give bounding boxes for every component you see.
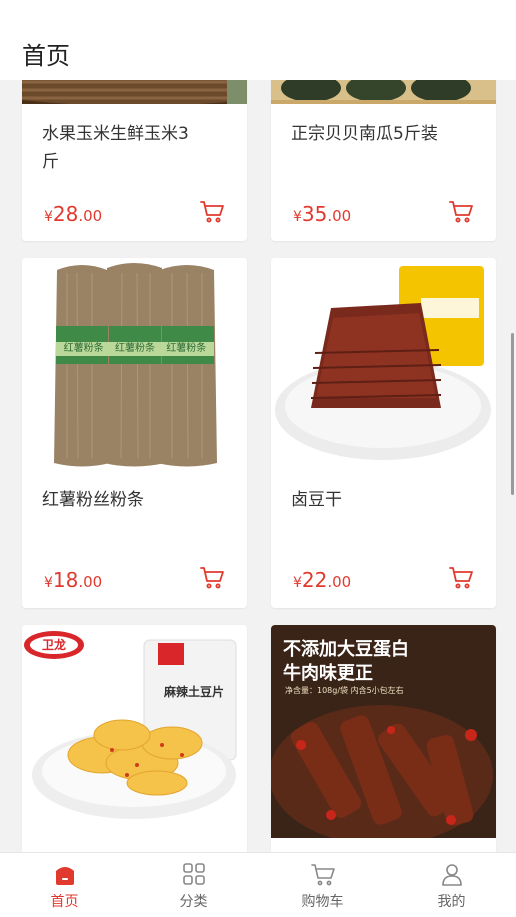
noodle-package-label: 红薯粉条 红薯粉条 红薯粉条: [63, 343, 207, 354]
product-card-noodles[interactable]: 红薯粉条 红薯粉条 红薯粉条 红薯粉丝粉条 ¥18.00: [22, 258, 247, 608]
price-decimal: .00: [327, 207, 352, 225]
package-label: 麻辣土豆片: [163, 685, 224, 699]
currency-symbol: ¥: [44, 575, 53, 591]
category-grid-icon: [182, 863, 205, 885]
user-icon: [441, 864, 462, 886]
product-image-beef[interactable]: 不添加大豆蛋白 牛肉味更正 净含量：108g/袋 内含5小包左右: [271, 625, 496, 838]
home-icon: [55, 867, 74, 885]
product-card-potato-chips[interactable]: 卫龙 麻辣土豆片: [22, 625, 247, 852]
product-name: 卤豆干: [291, 490, 342, 510]
currency-symbol: ¥: [293, 209, 302, 225]
bottom-tab-bar: 首页 分类 购物车 我的: [0, 852, 516, 917]
price-decimal: .00: [78, 207, 103, 225]
product-price: ¥35.00: [293, 202, 351, 226]
promo-line-2: 牛肉味更正: [283, 663, 373, 684]
add-to-cart-icon[interactable]: [448, 564, 474, 590]
product-name: 正宗贝贝南瓜5斤装: [291, 124, 438, 144]
tab-label: 我的: [437, 894, 466, 910]
page-title: 首页: [22, 42, 70, 70]
product-grid[interactable]: 水果玉米生鲜玉米3斤 ¥28.00 正宗贝贝南瓜5斤装 ¥35.00 红薯粉条 …: [0, 0, 516, 852]
tab-label: 分类: [179, 894, 208, 910]
product-image-dried-tofu[interactable]: [271, 258, 496, 471]
price-integer: 28: [52, 202, 79, 226]
price-integer: 35: [301, 202, 328, 226]
add-to-cart-icon[interactable]: [448, 198, 474, 224]
tab-category[interactable]: 分类: [129, 853, 258, 917]
tab-label: 购物车: [301, 894, 344, 910]
add-to-cart-icon[interactable]: [199, 564, 225, 590]
net-weight-label: 净含量：108g/袋 内含5小包左右: [285, 686, 404, 695]
tab-cart[interactable]: 购物车: [258, 853, 387, 917]
price-integer: 18: [52, 568, 79, 592]
scrollbar[interactable]: [511, 333, 514, 495]
tab-profile[interactable]: 我的: [387, 853, 516, 917]
product-price: ¥28.00: [44, 202, 102, 226]
add-to-cart-icon[interactable]: [199, 198, 225, 224]
product-card-beef[interactable]: 不添加大豆蛋白 牛肉味更正 净含量：108g/袋 内含5小包左右: [271, 625, 496, 852]
price-integer: 22: [301, 568, 328, 592]
product-image-potato-chips[interactable]: 卫龙 麻辣土豆片: [22, 625, 247, 838]
product-image-noodles[interactable]: 红薯粉条 红薯粉条 红薯粉条: [22, 258, 247, 471]
currency-symbol: ¥: [44, 209, 53, 225]
promo-line-1: 不添加大豆蛋白: [283, 639, 409, 660]
product-price: ¥18.00: [44, 568, 102, 592]
tab-home[interactable]: 首页: [0, 853, 129, 917]
currency-symbol: ¥: [293, 575, 302, 591]
product-price: ¥22.00: [293, 568, 351, 592]
cart-icon: [310, 864, 335, 886]
product-name: 水果玉米生鲜玉米3斤: [42, 124, 189, 172]
price-decimal: .00: [327, 573, 352, 591]
product-card-dried-tofu[interactable]: 卤豆干 ¥22.00: [271, 258, 496, 608]
brand-logo: 卫龙: [41, 638, 66, 652]
page-header: 首页: [0, 0, 516, 80]
product-name: 红薯粉丝粉条: [42, 490, 144, 510]
tab-label: 首页: [50, 894, 79, 910]
price-decimal: .00: [78, 573, 103, 591]
